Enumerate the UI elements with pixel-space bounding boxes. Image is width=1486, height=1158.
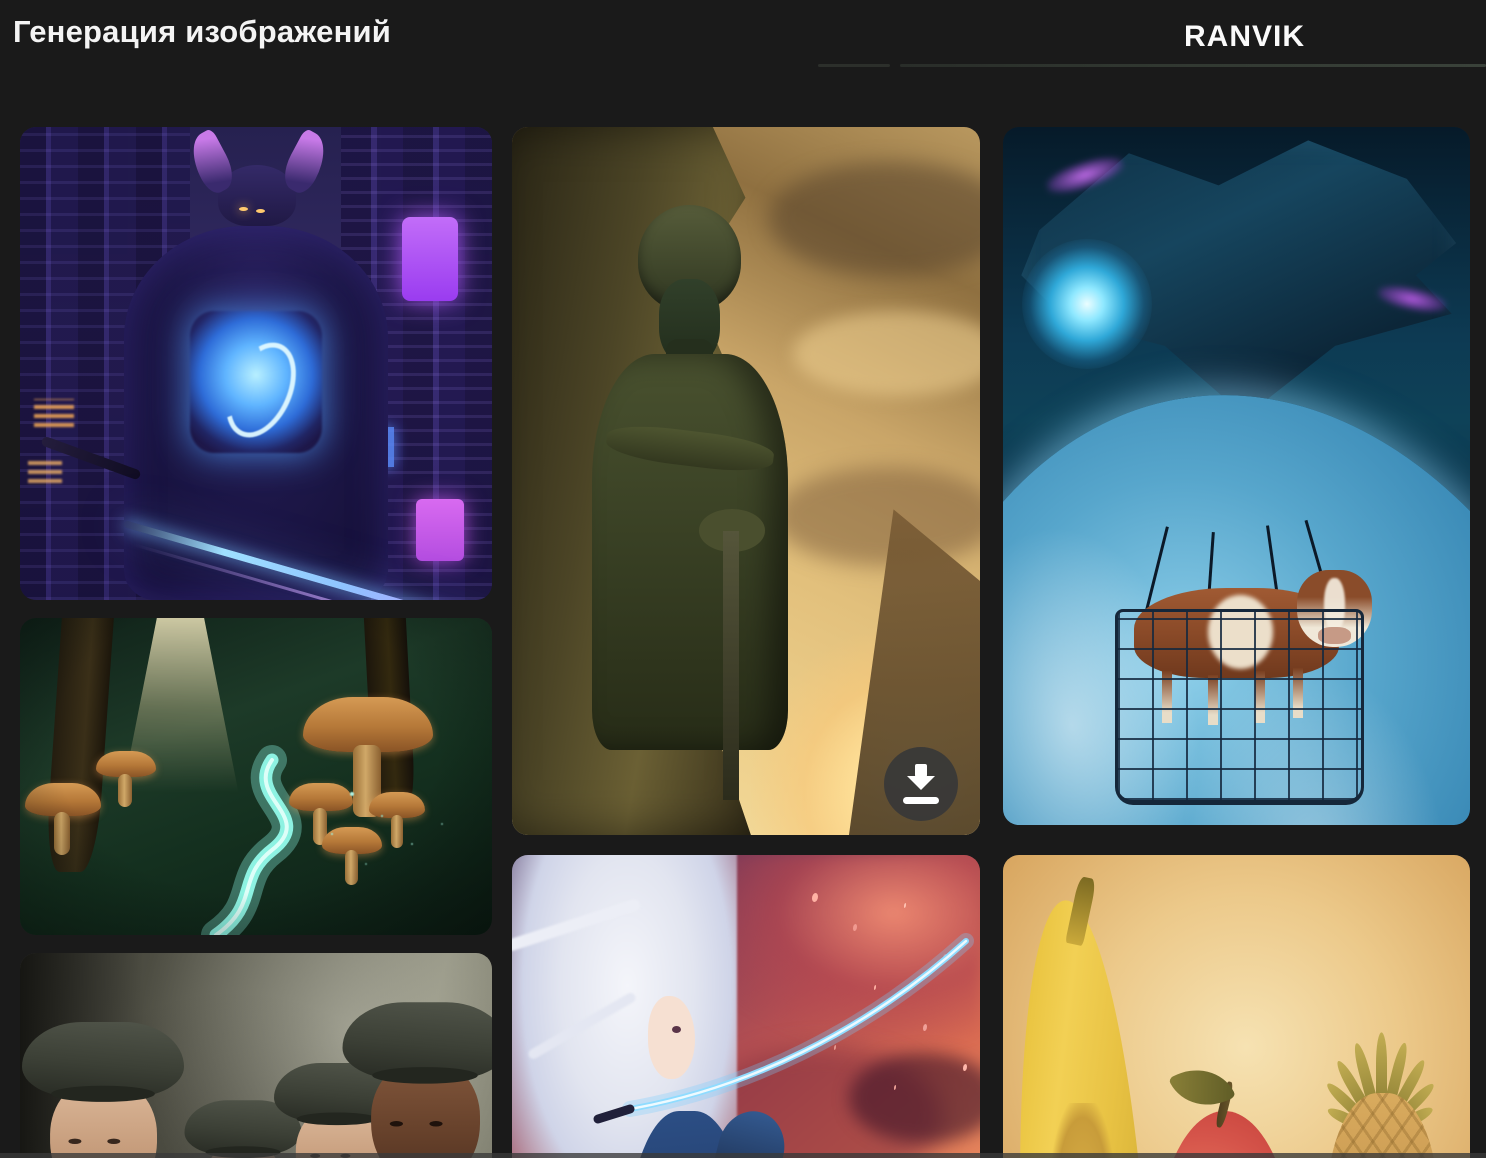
statue-torso (591, 353, 789, 751)
download-icon-arrowhead (907, 776, 935, 790)
gallery-column-2 (512, 127, 980, 1158)
image-card-boys-in-caps[interactable] (20, 953, 492, 1158)
image-card-glowing-forest[interactable] (20, 618, 492, 935)
horizontal-scrollbar[interactable] (0, 1153, 1486, 1158)
gallery-column-3 (1003, 127, 1470, 1158)
pineapple-figure (1302, 932, 1461, 1158)
banana-figure (1017, 876, 1143, 1158)
neon-sign (402, 217, 458, 301)
image-card-cow-under-spaceship[interactable] (1003, 127, 1470, 825)
header-divider (0, 64, 1486, 67)
header-divider-line (900, 64, 1486, 67)
image-card-anime-swordswoman[interactable] (512, 855, 980, 1158)
forest-vignette (20, 618, 492, 935)
lit-windows (34, 399, 74, 427)
image-card-fruit-head-warriors[interactable] (1003, 855, 1470, 1158)
boy-figure (22, 1022, 184, 1158)
wire-basket (1115, 608, 1364, 806)
page-title: Генерация изображений (13, 14, 392, 49)
image-card-stone-knight-statue[interactable] (512, 127, 980, 835)
header-divider-segment (818, 64, 890, 67)
download-icon-base (903, 797, 939, 804)
newsboy-cap (342, 1002, 492, 1084)
cloud (774, 466, 980, 566)
header: Генерация изображений RANVIK (0, 0, 1486, 70)
download-button[interactable] (884, 747, 958, 821)
apple-figure (1152, 1054, 1297, 1158)
boy-figure (342, 1002, 492, 1158)
lit-windows (28, 461, 62, 483)
statue-sword (722, 530, 739, 800)
banana-face (1052, 1102, 1113, 1158)
glowing-katana (593, 933, 974, 1124)
image-generation-page: Генерация изображений RANVIK (0, 0, 1486, 1158)
gallery-column-1 (20, 127, 492, 1158)
brand-logo[interactable]: RANVIK (1184, 20, 1305, 54)
newsboy-cap (22, 1022, 184, 1103)
download-icon (901, 762, 941, 806)
image-card-cyberpunk-samurai[interactable] (20, 127, 492, 600)
neon-sign (416, 499, 464, 561)
engine-glow (1021, 238, 1152, 369)
